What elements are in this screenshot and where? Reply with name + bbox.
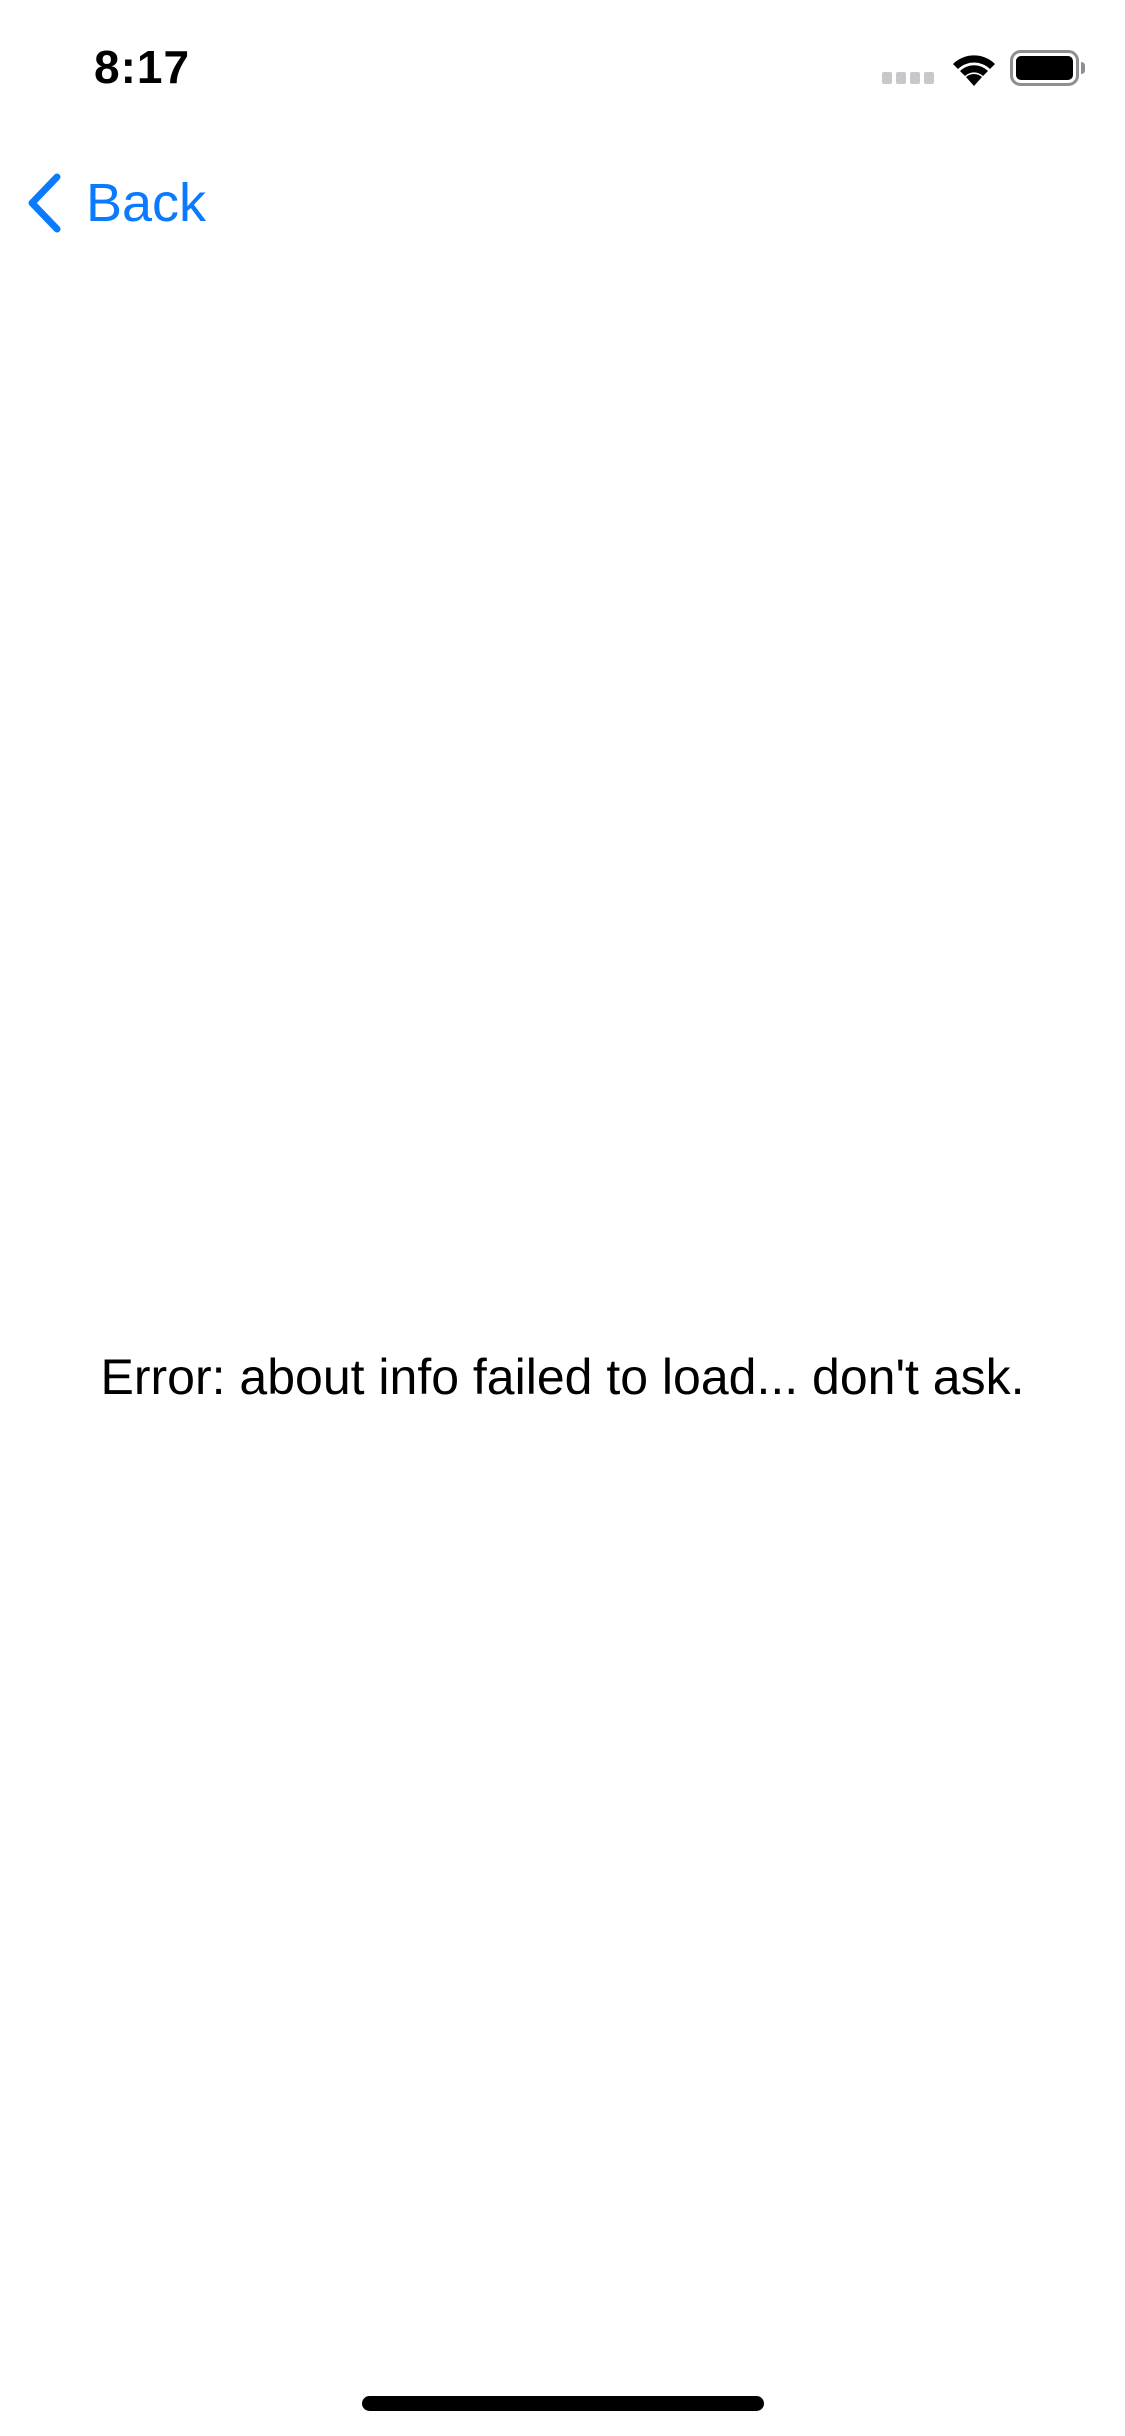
home-indicator[interactable] (362, 2396, 764, 2411)
wifi-icon (953, 55, 995, 86)
status-bar: 8:17 (0, 0, 1125, 132)
screen: 8:17 Back Error: about info failed to lo… (0, 0, 1125, 2436)
cellular-signal-icon (882, 72, 934, 84)
back-button[interactable]: Back (24, 168, 206, 238)
battery-icon (1010, 50, 1085, 86)
status-time: 8:17 (94, 41, 191, 93)
error-message: Error: about info failed to load... don'… (100, 1349, 1025, 1405)
navigation-bar: Back (0, 132, 1125, 264)
back-label: Back (86, 173, 207, 233)
chevron-left-icon (28, 173, 61, 233)
